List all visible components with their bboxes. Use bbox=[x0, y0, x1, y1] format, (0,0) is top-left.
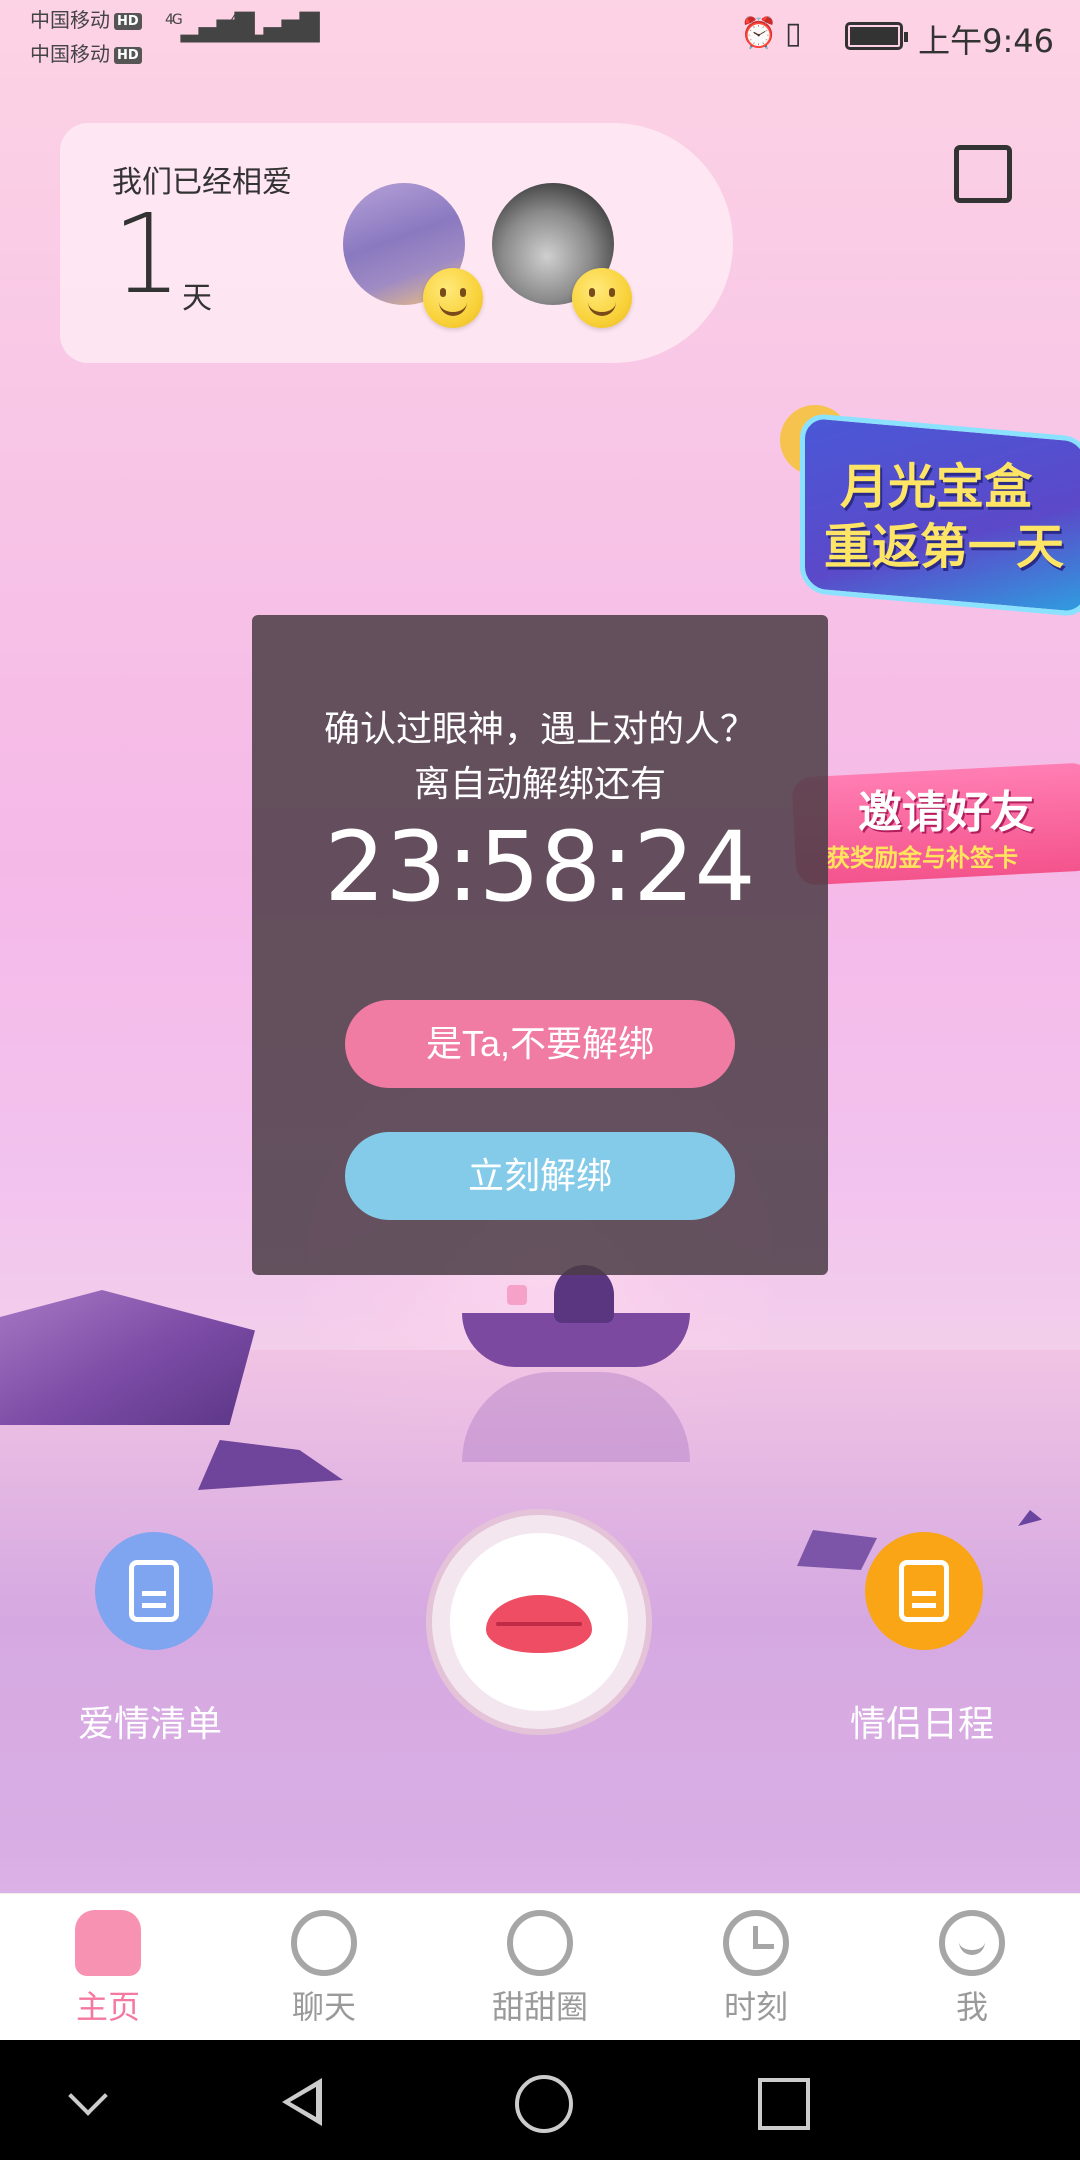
love-list-label[interactable]: 爱情清单 bbox=[78, 1695, 222, 1747]
recent-apps-icon[interactable] bbox=[720, 2040, 840, 2160]
kiss-button[interactable] bbox=[432, 1515, 646, 1729]
tab-chat[interactable]: 聊天 bbox=[216, 1894, 432, 2041]
carrier-2: 中国移动 HD bbox=[30, 38, 142, 67]
home-icon bbox=[75, 1910, 141, 1976]
smiley-icon bbox=[572, 268, 632, 328]
couple-schedule-label[interactable]: 情侣日程 bbox=[850, 1695, 994, 1747]
back-icon[interactable] bbox=[240, 2040, 360, 2160]
tab-me[interactable]: 我 bbox=[864, 1894, 1080, 2041]
photo-icon[interactable] bbox=[954, 145, 1012, 203]
dialog-subtitle: 离自动解绑还有 bbox=[413, 764, 666, 805]
bottom-nav: 主页 聊天 甜甜圈 时刻 我 bbox=[0, 1893, 1080, 2040]
smiley-icon bbox=[423, 268, 483, 328]
tab-home[interactable]: 主页 bbox=[0, 1894, 216, 2041]
countdown-timer: 23:58:24 bbox=[324, 811, 756, 923]
system-nav-bar bbox=[0, 2040, 1080, 2160]
tab-label: 甜甜圈 bbox=[491, 1988, 588, 2026]
lips-icon bbox=[486, 1595, 592, 1653]
tab-label: 时刻 bbox=[723, 1988, 788, 2026]
carrier-1: 中国移动 HD bbox=[30, 4, 142, 33]
tab-donut[interactable]: 甜甜圈 bbox=[432, 1894, 648, 2041]
clock-time: 上午9:46 bbox=[918, 22, 1054, 60]
profile-icon bbox=[939, 1910, 1005, 1976]
tab-label: 我 bbox=[955, 1988, 988, 2026]
home-circle-icon[interactable] bbox=[480, 2040, 600, 2160]
day-unit: 天 bbox=[182, 281, 212, 316]
moon-box-banner[interactable]: 月光宝盒 重返第一天 bbox=[780, 405, 1080, 620]
wifi-icon: ◠ bbox=[295, 12, 318, 42]
invite-title: 邀请好友 bbox=[858, 787, 1034, 838]
vibrate-icon: ▯ bbox=[785, 16, 802, 51]
couple-schedule-button[interactable] bbox=[865, 1532, 983, 1650]
invite-subtitle: 获奖励金与补签卡 bbox=[826, 844, 1018, 872]
gondola-boat bbox=[462, 1265, 690, 1370]
alarm-icon: ⏰ bbox=[740, 16, 778, 51]
unbind-dialog: 确认过眼神，遇上对的人？ 离自动解绑还有 23:58:24 是Ta,不要解绑 立… bbox=[252, 615, 828, 1275]
love-days-card[interactable]: 我们已经相爱 1 天 bbox=[60, 123, 733, 363]
unbind-now-button[interactable]: 立刻解绑 bbox=[345, 1132, 735, 1220]
clipboard-heart-icon bbox=[129, 1560, 179, 1622]
tab-moments[interactable]: 时刻 bbox=[648, 1894, 864, 2041]
love-list-button[interactable] bbox=[95, 1532, 213, 1650]
moon-box-subtitle: 重返第一天 bbox=[824, 519, 1065, 575]
chevron-down-icon[interactable] bbox=[30, 2040, 150, 2160]
chat-icon bbox=[291, 1910, 357, 1976]
clock-icon bbox=[723, 1910, 789, 1976]
invite-friends-banner[interactable]: 邀请好友 获奖励金与补签卡 bbox=[786, 756, 1080, 886]
donut-icon bbox=[507, 1910, 573, 1976]
tab-label: 主页 bbox=[75, 1988, 140, 2026]
day-count: 1 bbox=[112, 190, 182, 318]
keep-binding-button[interactable]: 是Ta,不要解绑 bbox=[345, 1000, 735, 1088]
dialog-question: 确认过眼神，遇上对的人？ bbox=[323, 709, 756, 750]
battery-icon bbox=[845, 22, 908, 50]
status-bar: 中国移动 HD 中国移动 HD 4G▂▄▆█ 4G▂▄▆█ ◠ ⏰ ▯ 上午9:46 bbox=[0, 0, 1080, 72]
calendar-heart-icon bbox=[899, 1560, 949, 1622]
tab-label: 聊天 bbox=[291, 1988, 356, 2026]
